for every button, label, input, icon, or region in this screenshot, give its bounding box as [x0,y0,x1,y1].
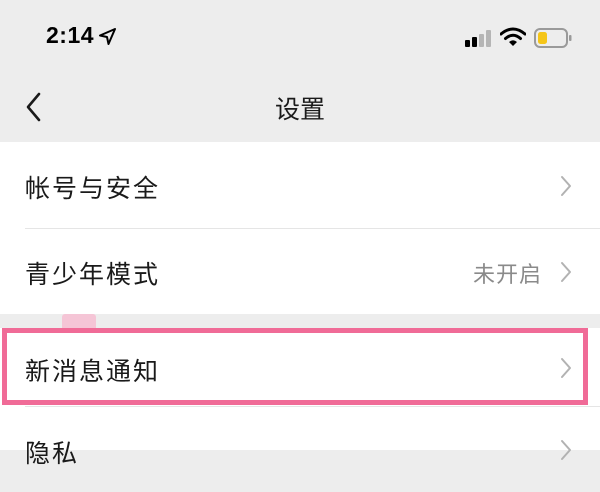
battery-low-icon [534,28,572,48]
decorative-tab [62,314,96,328]
chevron-right-icon [561,358,571,378]
settings-item-teen-mode[interactable]: 青少年模式 未开启 [0,228,600,314]
page-title: 设置 [274,95,325,124]
settings-item-label: 隐私 [25,439,80,468]
navigation-bar: 设置 [0,70,600,142]
status-bar: 2:14 [0,0,600,70]
location-arrow-icon [99,28,116,45]
settings-item-privacy[interactable]: 隐私 [0,406,600,492]
settings-item-label: 新消息通知 [25,357,161,386]
settings-group-general: 新消息通知 隐私 [0,328,600,468]
settings-group-account: 帐号与安全 青少年模式 未开启 [0,142,600,314]
settings-item-label: 帐号与安全 [25,174,161,203]
status-time: 2:14 [46,22,95,48]
chevron-right-icon [561,440,571,460]
settings-item-label: 青少年模式 [25,260,161,289]
cellular-signal-icon [465,30,491,47]
chevron-right-icon [561,176,571,196]
settings-item-new-message-notification[interactable]: 新消息通知 [0,328,600,405]
settings-item-value: 未开启 [472,263,542,288]
wifi-icon [500,27,526,46]
chevron-right-icon [561,262,571,282]
settings-item-account-security[interactable]: 帐号与安全 [0,142,600,228]
